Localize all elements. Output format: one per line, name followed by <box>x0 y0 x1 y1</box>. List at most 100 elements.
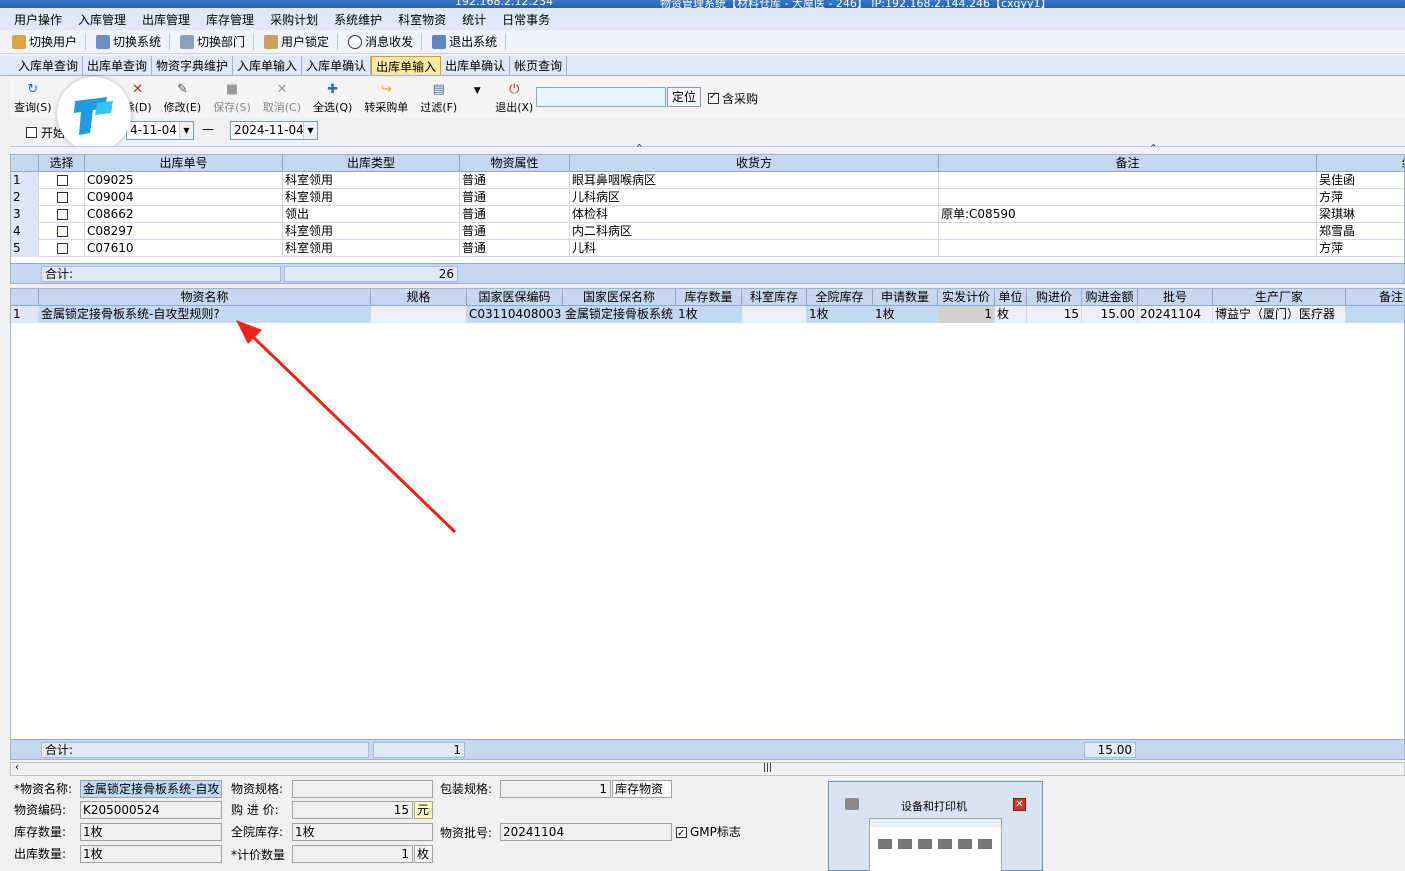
switch-system-button[interactable]: 切换系统 <box>94 33 171 50</box>
col-insurance-code[interactable]: 国家医保编码 <box>467 289 563 306</box>
goods-spec-label: 物资规格: <box>231 782 284 796</box>
row-select-checkbox[interactable] <box>57 209 68 220</box>
grid-splitter[interactable]: ^ ^ <box>10 143 1405 154</box>
lock-icon <box>264 34 279 49</box>
chevron-down-icon[interactable]: ▼ <box>179 122 193 139</box>
close-icon[interactable]: ✕ <box>1013 798 1026 811</box>
row-select-checkbox[interactable] <box>57 175 68 186</box>
menu-inbound[interactable]: 入库管理 <box>78 11 126 28</box>
row-select-checkbox[interactable] <box>57 192 68 203</box>
col-spec[interactable]: 规格 <box>371 289 467 306</box>
col-goods-name[interactable]: 物资名称 <box>39 289 371 306</box>
save-button[interactable]: ■ 保存(S) <box>213 82 251 115</box>
col-hospital-stock[interactable]: 全院库存 <box>807 289 873 306</box>
menu-stats[interactable]: 统计 <box>462 11 486 28</box>
to-purchase-button[interactable]: ↪ 转采购单 <box>364 82 408 115</box>
col-batch[interactable]: 批号 <box>1138 289 1213 306</box>
batch-field[interactable]: 20241104 <box>500 823 672 841</box>
col-manufacturer[interactable]: 生产厂家 <box>1213 289 1346 306</box>
col-apply-qty[interactable]: 申请数量 <box>873 289 938 306</box>
col-select[interactable]: 选择 <box>39 155 85 172</box>
col-handler[interactable]: 经 <box>1317 155 1404 172</box>
hospital-stock-field[interactable]: 1枚 <box>292 823 433 841</box>
tab-outbound-query[interactable]: 出库单查询 <box>83 56 153 75</box>
tab-ledger-query[interactable]: 帐页查询 <box>510 56 568 75</box>
table-row[interactable]: 3 C08662 领出 普通 体检科 原单:C08590 梁琪琳 <box>11 206 1404 223</box>
col-note[interactable]: 备注 <box>939 155 1317 172</box>
purchase-price-field[interactable]: 15 <box>292 801 413 819</box>
tab-inbound-query[interactable]: 入库单查询 <box>14 56 84 75</box>
start-check[interactable] <box>26 127 37 138</box>
menu-daily[interactable]: 日常事务 <box>502 11 550 28</box>
tab-outbound-confirm[interactable]: 出库单确认 <box>441 56 511 75</box>
start-date-picker[interactable]: 4-11-04 ▼ <box>126 121 194 140</box>
tab-goods-dictionary[interactable]: 物资字典维护 <box>152 56 234 75</box>
chevron-down-icon[interactable]: ▼ <box>303 122 317 139</box>
col-stock-qty[interactable]: 库存数量 <box>676 289 742 306</box>
exit-system-button[interactable]: 退出系统 <box>430 33 507 50</box>
select-all-button[interactable]: ✚ 全选(Q) <box>313 82 352 115</box>
col-purchase-amount[interactable]: 购进金额 <box>1082 289 1138 306</box>
menu-purchase-plan[interactable]: 采购计划 <box>270 11 318 28</box>
cancel-button[interactable]: ✕ 取消(C) <box>263 82 301 115</box>
include-purchase-checkbox[interactable]: 含采购 <box>708 90 758 107</box>
lock-user-button[interactable]: 用户锁定 <box>262 33 339 50</box>
pack-spec-field[interactable]: 1 <box>500 780 611 798</box>
include-purchase-check[interactable] <box>708 91 719 104</box>
messages-button[interactable]: 消息收发 <box>346 33 423 50</box>
goods-name-field[interactable]: 金属锁定接骨板系统-自攻 <box>80 780 222 798</box>
col-goods-attr[interactable]: 物资属性 <box>460 155 570 172</box>
col-purchase-price[interactable]: 购进价 <box>1027 289 1082 306</box>
scroll-thumb-grip[interactable]: ||| <box>763 763 772 773</box>
tab-inbound-confirm[interactable]: 入库单确认 <box>302 56 372 75</box>
system-icon <box>96 34 111 49</box>
menu-outbound[interactable]: 出库管理 <box>142 11 190 28</box>
window-thumbnail[interactable] <box>869 818 1002 871</box>
col-receiver[interactable]: 收货方 <box>570 155 939 172</box>
col-order-no[interactable]: 出库单号 <box>85 155 283 172</box>
exit-button[interactable]: ⏻ 退出(X) <box>495 82 533 115</box>
end-date-picker[interactable]: 2024-11-04 ▼ <box>230 121 318 140</box>
horizontal-scrollbar[interactable]: ‹ ||| <box>10 762 1405 776</box>
taskbar-preview-popup[interactable]: 设备和打印机 ✕ <box>828 781 1043 871</box>
row-select-checkbox[interactable] <box>57 243 68 254</box>
outbound-order-grid: 选择 出库单号 出库类型 物资属性 收货方 备注 经 1 C09025 科室领用… <box>10 154 1405 284</box>
table-row[interactable]: 4 C08297 科室领用 普通 内二科病区 郑雪晶 <box>11 223 1404 240</box>
col-dept-stock[interactable]: 科室库存 <box>742 289 807 306</box>
scroll-left-icon[interactable]: ‹ <box>15 762 19 773</box>
gmp-checkbox[interactable]: GMP标志 <box>676 823 741 843</box>
locate-button[interactable]: 定位 <box>667 87 701 107</box>
filter-button[interactable]: ▤ 过滤(F) <box>420 82 457 115</box>
users-icon <box>12 34 26 49</box>
goods-code-field[interactable]: K205000524 <box>80 801 222 819</box>
table-row[interactable]: 1 C09025 科室领用 普通 眼耳鼻咽喉病区 吴佳函 <box>11 172 1404 189</box>
col-actual-qty[interactable]: 实发计价 <box>938 289 995 306</box>
tab-outbound-input[interactable]: 出库单输入 <box>371 56 442 75</box>
switch-user-button[interactable]: 切换用户 <box>10 33 87 50</box>
stock-qty-field[interactable]: 1枚 <box>80 823 222 841</box>
tab-inbound-input[interactable]: 入库单输入 <box>233 56 303 75</box>
menu-dept-goods[interactable]: 科室物资 <box>398 11 446 28</box>
table-row[interactable]: 5 C07610 科室领用 普通 儿科 方萍 <box>11 240 1404 257</box>
col-insurance-name[interactable]: 国家医保名称 <box>563 289 676 306</box>
locate-input[interactable] <box>536 87 666 107</box>
menu-stock[interactable]: 库存管理 <box>206 11 254 28</box>
menu-user-ops[interactable]: 用户操作 <box>14 11 62 28</box>
table-row[interactable]: 1 金属锁定接骨板系统-自攻型规则? C03110408003013 金属锁定接… <box>11 306 1404 323</box>
query-button[interactable]: ↻ 查询(S) <box>14 82 52 115</box>
col-unit[interactable]: 单位 <box>995 289 1027 306</box>
out-qty-field[interactable]: 1枚 <box>80 845 222 863</box>
switch-dept-button[interactable]: 切换部门 <box>178 33 255 50</box>
outbound-detail-grid: 物资名称 规格 国家医保编码 国家医保名称 库存数量 科室库存 全院库存 申请数… <box>10 288 1405 760</box>
table-row[interactable]: 2 C09004 科室领用 普通 儿科病区 方萍 <box>11 189 1404 206</box>
filter-dropdown[interactable]: ▼ <box>469 83 485 113</box>
col-order-type[interactable]: 出库类型 <box>283 155 460 172</box>
col-remark[interactable]: 备注 <box>1346 289 1404 306</box>
count-qty-field[interactable]: 1 <box>292 845 413 863</box>
row-select-checkbox[interactable] <box>57 226 68 237</box>
title-right: 物资管理系统【材料仓库 - 大屋医 - 246】 IP:192.168.2.14… <box>660 0 1052 8</box>
menu-system[interactable]: 系统维护 <box>334 11 382 28</box>
goods-spec-field[interactable] <box>292 780 433 798</box>
gmp-check[interactable] <box>676 825 687 843</box>
modify-button[interactable]: ✎ 修改(E) <box>164 82 202 115</box>
